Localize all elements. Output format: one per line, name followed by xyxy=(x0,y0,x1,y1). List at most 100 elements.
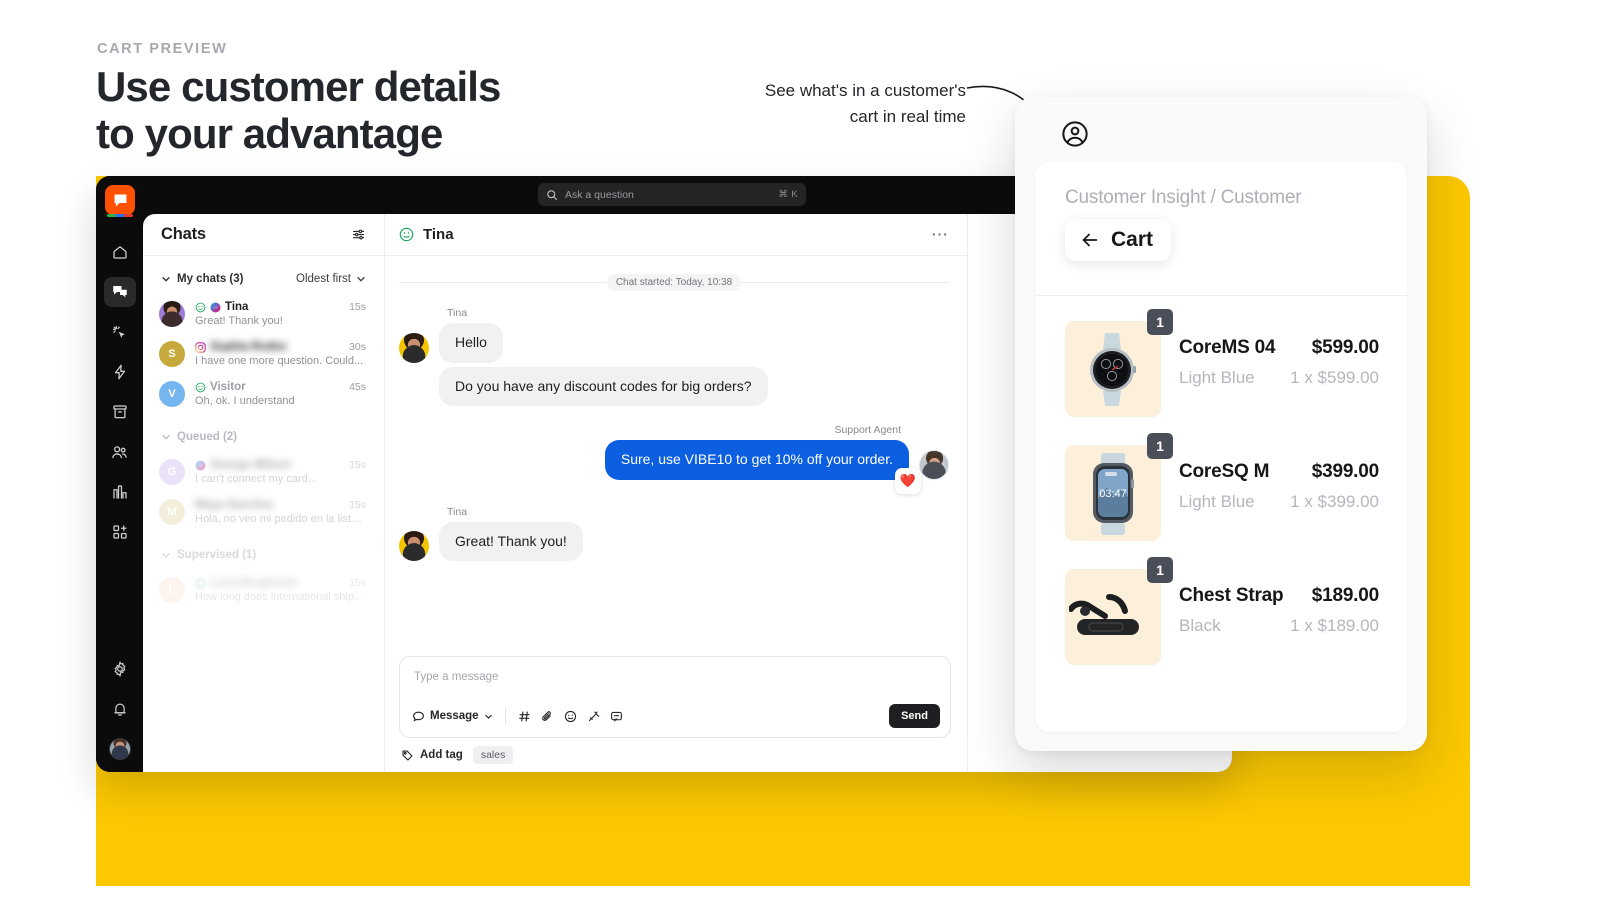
conversation-header: Tina ⋯ xyxy=(385,214,967,256)
message-bubble: Do you have any discount codes for big o… xyxy=(439,366,768,406)
chat-started-divider: Chat started: Today, 10:38 xyxy=(399,274,949,291)
round-watch-image xyxy=(1090,333,1136,406)
avatar-initial: L xyxy=(168,584,176,596)
list-item[interactable]: M Maya Sanchez 15s Hola, no veo mi pedid… xyxy=(143,492,384,532)
list-item-name: Tina xyxy=(225,301,249,313)
bubble-wrap: Sure, use VIBE10 to get 10% off your ord… xyxy=(604,440,921,494)
sidebar-item-apps[interactable] xyxy=(96,512,143,552)
composer-toolbar: Message Send xyxy=(412,703,940,729)
cart-item-info: CoreSQ M $399.00 Light Blue 1 x $399.00 xyxy=(1179,445,1379,512)
list-item[interactable]: Tina 15s Great! Thank you! xyxy=(143,294,384,334)
ellipsis-icon[interactable]: ⋯ xyxy=(931,225,949,245)
sort-selector[interactable]: Oldest first xyxy=(296,273,366,285)
avatar: M xyxy=(159,499,185,525)
list-item[interactable]: V Visitor 45s Oh, ok. I understand xyxy=(143,374,384,414)
cart-item-info: Chest Strap $189.00 Black 1 x $189.00 xyxy=(1179,569,1379,636)
list-item[interactable]: G George Wilson 15s I can't connect my c… xyxy=(143,452,384,492)
sidebar-item-archives[interactable] xyxy=(96,392,143,432)
rail-items xyxy=(96,232,143,552)
people-icon xyxy=(112,445,127,458)
list-item-top: Tina 15s xyxy=(195,301,366,313)
cart-item[interactable]: 1 CoreMS 04 $599.00 Light Blue 1 x $599.… xyxy=(1035,307,1407,431)
send-button[interactable]: Send xyxy=(889,704,940,728)
magic-wand-icon[interactable] xyxy=(587,710,600,723)
message-reaction[interactable]: ❤️ xyxy=(895,467,921,494)
list-item[interactable]: L Luca Bergmann 15s How long does intern… xyxy=(143,570,384,610)
cart-item-title-row: CoreSQ M $399.00 xyxy=(1179,461,1379,483)
list-item-preview: I can't connect my card... xyxy=(195,473,317,485)
sidebar-item-reports[interactable] xyxy=(96,472,143,512)
paperclip-icon[interactable] xyxy=(541,710,554,723)
tag-chip[interactable]: sales xyxy=(472,746,514,764)
emoji-icon[interactable] xyxy=(564,710,577,723)
active-chip xyxy=(103,277,136,307)
sidebar-item-notifications[interactable] xyxy=(96,689,143,729)
chat-group-header-queued[interactable]: Queued (2) xyxy=(143,422,384,452)
product-price: $399.00 xyxy=(1311,461,1379,482)
bell-icon xyxy=(113,703,126,716)
quantity-badge: 1 xyxy=(1147,433,1173,459)
list-item-body: George Wilson 15s I can't connect my car… xyxy=(195,459,366,485)
hash-icon[interactable] xyxy=(518,710,531,723)
product-price: $599.00 xyxy=(1311,337,1379,358)
product-price: $189.00 xyxy=(1311,585,1379,606)
message-mode-label: Message xyxy=(430,710,479,722)
callout-text: See what's in a customer's cart in real … xyxy=(764,81,966,127)
cart-item-title-row: CoreMS 04 $599.00 xyxy=(1179,337,1379,359)
list-item-name: Luca Bergmann xyxy=(210,577,297,589)
conversation-title-wrap: Tina xyxy=(399,226,454,243)
chats-panel: Chats My chats (3) Oldest first Tina 15s… xyxy=(143,214,385,772)
instagram-icon xyxy=(195,341,206,353)
product-qty-price: 1 x $399.00 xyxy=(1290,492,1379,511)
breadcrumb: Customer Insight / Customer xyxy=(1065,187,1302,208)
list-item-name: Maya Sanchez xyxy=(195,499,274,511)
message-row: Tina Hello xyxy=(399,307,949,363)
add-tag-button[interactable]: Add tag xyxy=(401,749,463,762)
sliders-icon[interactable] xyxy=(351,227,366,242)
group-label-wrap: My chats (3) xyxy=(161,273,243,285)
cart-item[interactable]: 03:47 1 CoreSQ M $399.00 Light Blue 1 x … xyxy=(1035,431,1407,555)
chat-group-header-my-chats[interactable]: My chats (3) Oldest first xyxy=(143,264,384,294)
divider-line xyxy=(399,282,607,283)
message-row: Support Agent Sure, use VIBE10 to get 10… xyxy=(399,424,949,494)
smiley-icon xyxy=(399,227,414,242)
canned-response-icon[interactable] xyxy=(610,710,623,723)
cart-back-button[interactable]: Cart xyxy=(1065,219,1172,261)
message-composer[interactable]: Type a message Message Send xyxy=(399,656,951,738)
cart-item[interactable]: 1 Chest Strap $189.00 Black 1 x $189.00 xyxy=(1035,555,1407,679)
quantity-badge: 1 xyxy=(1147,557,1173,583)
sidebar-item-team[interactable] xyxy=(96,432,143,472)
group-label: Queued (2) xyxy=(177,431,238,443)
messenger-icon xyxy=(195,459,206,471)
avatar-initial: M xyxy=(167,506,177,518)
search-input[interactable]: Ask a question ⌘ K xyxy=(538,183,806,206)
messenger-icon xyxy=(210,301,221,313)
avatar-spacer xyxy=(399,367,429,407)
list-item[interactable]: S Sophia Rodes 30s I have one more quest… xyxy=(143,334,384,374)
avatar[interactable] xyxy=(108,738,131,760)
chevron-down-icon xyxy=(162,277,170,282)
sidebar-item-settings[interactable] xyxy=(96,649,143,689)
message-mode-selector[interactable]: Message xyxy=(412,710,493,723)
chest-strap-image xyxy=(1069,594,1139,635)
list-item-preview: I have one more question. Could... xyxy=(195,355,364,367)
conversation-title: Tina xyxy=(423,226,454,243)
composer-area: Type a message Message Send Add tag sale… xyxy=(399,656,951,764)
home-icon xyxy=(112,246,127,259)
sidebar-item-engage[interactable] xyxy=(96,312,143,352)
sidebar-item-automation[interactable] xyxy=(96,352,143,392)
product-title: CoreMS 04 xyxy=(1179,337,1276,358)
product-variant: Light Blue xyxy=(1179,368,1255,387)
app-logo[interactable] xyxy=(105,185,135,217)
product-thumbnail: 1 xyxy=(1065,557,1173,665)
message-bubble: Great! Thank you! xyxy=(439,521,583,561)
user-circle-icon[interactable] xyxy=(1060,119,1090,149)
chevron-down-icon xyxy=(162,435,170,440)
chat-group-header-supervised[interactable]: Supervised (1) xyxy=(143,540,384,570)
list-item-preview: Hola, no veo mi pedido en la lista... xyxy=(195,513,366,525)
sidebar-item-chats[interactable] xyxy=(96,272,143,312)
sidebar-item-home[interactable] xyxy=(96,232,143,272)
avatar-initial: S xyxy=(168,348,176,360)
product-title: CoreSQ M xyxy=(1179,461,1270,482)
cart-item-variant-row: Light Blue 1 x $399.00 xyxy=(1179,483,1379,512)
